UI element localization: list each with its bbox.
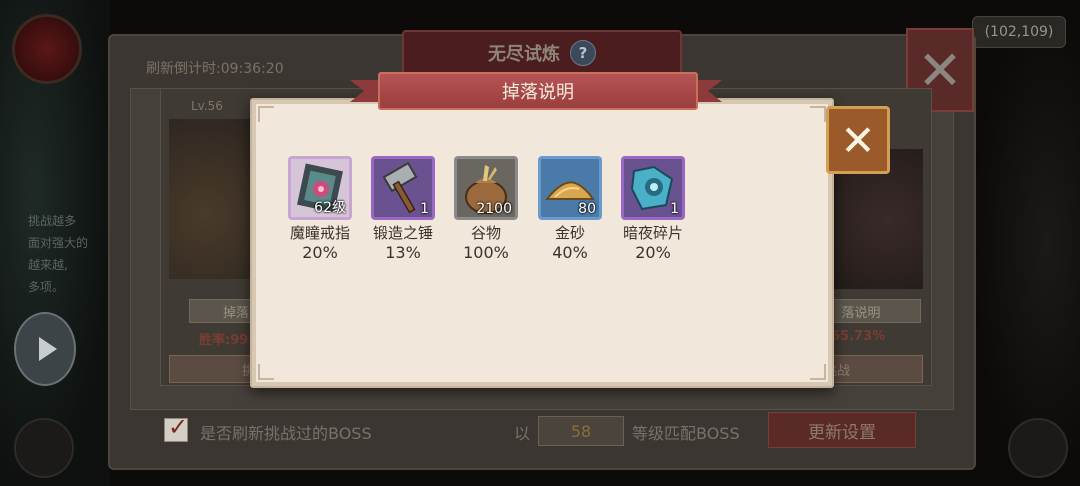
drop-item[interactable]: 80 金砂 40% xyxy=(530,156,610,262)
item-name: 暗夜碎片 xyxy=(622,224,683,242)
player-avatar[interactable] xyxy=(12,14,82,84)
match-prefix: 以 xyxy=(514,424,531,443)
item-quantity: 1 xyxy=(670,201,679,217)
drop-chance: 13% xyxy=(385,243,421,262)
checkmark-icon: ✓ xyxy=(168,413,189,441)
item-quantity: 1 xyxy=(420,201,429,217)
background-side-text: 挑战越多 面对强大的 越来越, 多项。 xyxy=(28,214,89,294)
drop-item[interactable]: 62级 魔瞳戒指 20% xyxy=(280,156,360,262)
popup-close-button[interactable]: ✕ xyxy=(826,106,890,174)
item-name: 锻造之锤 xyxy=(372,224,433,242)
item-quantity: 2100 xyxy=(476,201,512,217)
item-name: 魔瞳戒指 xyxy=(289,224,350,242)
corner-ornament xyxy=(258,364,274,380)
panel-title: 无尽试炼 xyxy=(488,44,560,65)
hammer-icon: 1 xyxy=(371,156,435,220)
corner-ornament xyxy=(258,106,274,122)
refresh-countdown: 刷新倒计时:09:36:20 xyxy=(146,61,284,77)
drop-item[interactable]: 1 暗夜碎片 20% xyxy=(613,156,693,262)
item-name: 金砂 xyxy=(554,224,585,242)
refresh-settings-bar: ✓ 是否刷新挑战过的BOSS 以 58 等级匹配BOSS 更新设置 xyxy=(128,408,952,452)
background-scene-right xyxy=(970,0,1080,486)
item-quantity: 62级 xyxy=(314,200,346,216)
gold-sand-icon: 80 xyxy=(538,156,602,220)
win-rate: 胜率:99. xyxy=(199,333,254,348)
drop-chance: 40% xyxy=(552,243,588,262)
popup-title: 掉落说明 xyxy=(378,72,698,110)
bottom-left-round-button[interactable] xyxy=(14,418,74,478)
grain-sack-icon: 2100 xyxy=(454,156,518,220)
night-shard-icon: 1 xyxy=(621,156,685,220)
match-suffix: 等级匹配BOSS xyxy=(632,424,740,443)
side-arrow-button[interactable] xyxy=(14,312,76,386)
play-arrow-icon xyxy=(39,337,57,361)
item-name: 谷物 xyxy=(470,224,501,242)
match-level-input[interactable]: 58 xyxy=(538,416,624,446)
boss-level: Lv.56 xyxy=(191,99,223,113)
bottom-right-round-button[interactable] xyxy=(1008,418,1068,478)
corner-ornament xyxy=(810,364,826,380)
drop-item[interactable]: 1 锻造之锤 13% xyxy=(363,156,443,262)
update-settings-button[interactable]: 更新设置 xyxy=(768,412,916,448)
corner-ornament xyxy=(810,106,826,122)
boss-portrait xyxy=(169,119,259,279)
help-icon[interactable]: ? xyxy=(570,40,596,66)
popup-title-ribbon: 掉落说明 xyxy=(350,70,722,110)
win-rate: 65.73% xyxy=(831,329,886,344)
refresh-checkbox-label: 是否刷新挑战过的BOSS xyxy=(200,424,372,443)
drop-chance: 20% xyxy=(302,243,338,262)
item-quantity: 80 xyxy=(578,201,596,217)
drop-item[interactable]: 2100 谷物 100% xyxy=(446,156,526,262)
drop-chance: 100% xyxy=(463,243,509,262)
drop-chance: 20% xyxy=(635,243,671,262)
ring-icon: 62级 xyxy=(288,156,352,220)
refresh-checkbox[interactable]: ✓ xyxy=(164,413,188,442)
map-coordinates: (102,109) xyxy=(972,16,1066,48)
